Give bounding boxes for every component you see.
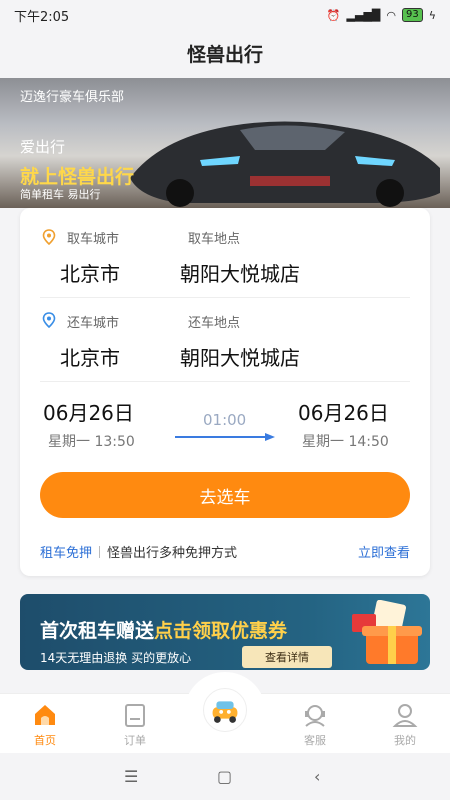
deposit-info: 租车免押 怪兽出行多种免押方式	[40, 542, 237, 561]
promo-subtitle: 14天无理由退换 买的更放心	[40, 651, 192, 665]
pickup-place-label: 取车地点	[188, 232, 241, 247]
hero-slogan: 就上怪兽出行	[20, 166, 135, 188]
tab-service-label: 客服	[304, 734, 326, 747]
start-date[interactable]: 06月26日	[43, 397, 134, 426]
gift-coupon-icon	[352, 600, 422, 664]
status-icons: ⏰ ▂▄▆█ ◠ 93 ϟ	[327, 8, 436, 22]
start-time[interactable]: 星期一 13:50	[48, 431, 135, 451]
divider	[40, 381, 410, 382]
status-bar: 下午2:05 ⏰ ▂▄▆█ ◠ 93 ϟ	[0, 0, 450, 30]
return-city[interactable]: 北京市	[60, 342, 120, 371]
alarm-icon: ⏰	[326, 8, 341, 22]
select-car-button[interactable]: 去选车	[40, 472, 410, 518]
hero-club-name: 迈逸行豪车俱乐部	[20, 90, 125, 105]
pickup-pin-icon	[42, 229, 56, 245]
divider	[40, 297, 410, 298]
hero-tagline: 简单租车 易出行	[20, 188, 101, 201]
return-place[interactable]: 朝阳大悦城店	[180, 342, 300, 371]
tab-service[interactable]: 客服	[280, 702, 350, 748]
wifi-icon: ◠	[386, 8, 396, 22]
promo-title-prefix: 首次租车赠送	[40, 620, 155, 642]
rental-duration: 01:00	[203, 411, 247, 429]
home-icon	[35, 705, 55, 725]
promo-title: 首次租车赠送点击领取优惠券	[40, 616, 287, 643]
tab-profile-label: 我的	[394, 734, 416, 747]
end-time[interactable]: 星期一 14:50	[302, 431, 389, 451]
charging-icon: ϟ	[428, 8, 436, 22]
arrow-right-icon	[175, 433, 275, 441]
system-navigation-bar: ☰ ▢ ‹	[0, 753, 450, 800]
promo-banner[interactable]: 首次租车赠送点击领取优惠券 14天无理由退换 买的更放心 查看详情	[20, 594, 430, 670]
promo-details-button[interactable]: 查看详情	[242, 646, 332, 668]
custom-icon[interactable]	[203, 688, 247, 732]
tab-orders-label: 订单	[124, 734, 146, 747]
pickup-city-label: 取车城市	[67, 232, 120, 247]
hero-banner[interactable]: 迈逸行豪车俱乐部 爱出行 就上怪兽出行 简单租车 易出行	[0, 78, 450, 208]
signal-icon: ▂▄▆█	[346, 8, 381, 22]
home-square-icon[interactable]: ▢	[217, 767, 232, 786]
profile-icon	[392, 704, 418, 727]
battery-icon: 93	[402, 8, 423, 22]
tab-home[interactable]: 首页	[10, 702, 80, 748]
tab-profile[interactable]: 我的	[370, 702, 440, 748]
tab-home-label: 首页	[34, 734, 56, 747]
view-now-link[interactable]: 立即查看	[358, 542, 410, 561]
booking-card: 取车城市 取车地点 北京市 朝阳大悦城店 还车城市 还车地点 北京市 朝阳大悦城…	[20, 208, 430, 576]
menu-icon[interactable]: ☰	[124, 767, 138, 786]
deposit-text: 怪兽出行多种免押方式	[107, 546, 238, 561]
order-icon	[125, 704, 145, 727]
status-time: 下午2:05	[14, 9, 70, 25]
return-place-label: 还车地点	[188, 316, 241, 331]
car-image	[130, 121, 440, 207]
service-icon	[305, 705, 325, 727]
tab-orders[interactable]: 订单	[100, 702, 170, 748]
page-title: 怪兽出行	[0, 30, 450, 76]
deposit-tag: 租车免押	[40, 546, 93, 561]
return-city-label: 还车城市	[67, 316, 120, 331]
hero-line1: 爱出行	[20, 138, 66, 156]
promo-title-highlight: 点击领取优惠券	[154, 620, 288, 642]
pickup-city[interactable]: 北京市	[60, 258, 120, 287]
divider	[99, 545, 101, 558]
back-icon[interactable]: ‹	[314, 767, 320, 786]
end-date[interactable]: 06月26日	[298, 397, 389, 426]
pickup-place[interactable]: 朝阳大悦城店	[180, 258, 300, 287]
return-pin-icon	[42, 312, 56, 328]
